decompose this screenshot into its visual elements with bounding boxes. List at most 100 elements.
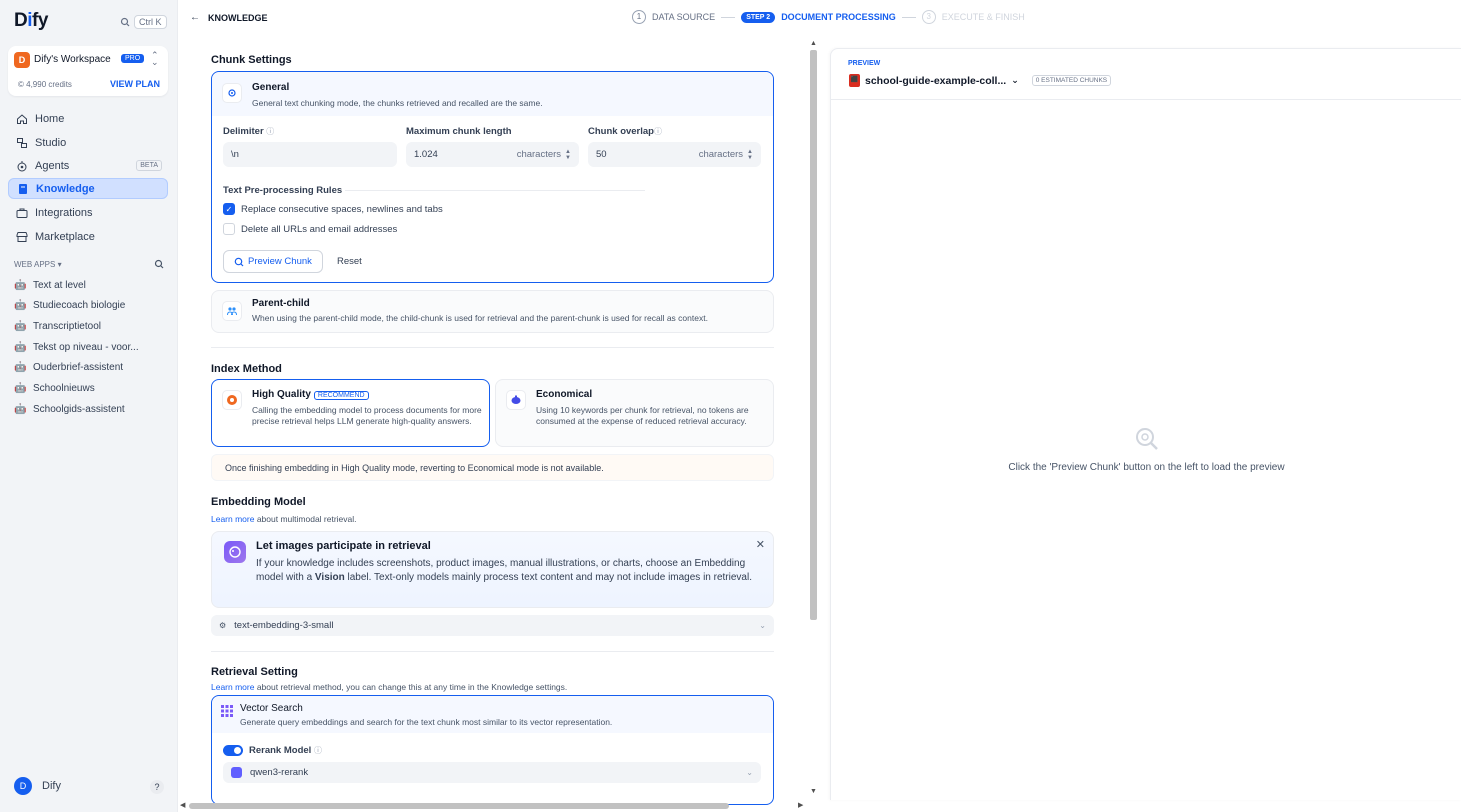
info-icon: ⓘ	[654, 127, 662, 136]
user-menu[interactable]: D Dify	[14, 777, 61, 795]
workspace-avatar: D	[14, 52, 30, 68]
file-name: school-guide-example-coll...	[865, 74, 1007, 87]
scroll-left-arrow[interactable]: ◀	[180, 801, 185, 809]
web-app-item[interactable]: 🤖 Schoolgids-assistent	[14, 404, 125, 415]
scroll-thumb[interactable]	[810, 50, 817, 620]
estimated-chunks-badge: 0 ESTIMATED CHUNKS	[1031, 75, 1112, 86]
rerank-toggle[interactable]	[223, 745, 243, 756]
general-card-header: General General text chunking mode, the …	[212, 72, 773, 116]
preview-file-select[interactable]: ⬛ school-guide-example-coll... ⌄ 0 ESTIM…	[849, 74, 1112, 87]
card-description: Using 10 keywords per chunk for retrieva…	[536, 405, 749, 426]
vector-search-card[interactable]: Vector Search Generate query embeddings …	[211, 695, 774, 805]
rules-divider	[345, 190, 645, 191]
web-app-item[interactable]: 🤖 Ouderbrief-assistent	[14, 362, 123, 373]
embedding-model-select[interactable]: ⚙ text-embedding-3-small ⌄	[211, 615, 774, 636]
workspace-name: Dify's Workspace	[34, 54, 111, 65]
step-label: DATA SOURCE	[652, 12, 716, 22]
close-icon[interactable]: ✕	[756, 538, 765, 551]
parent-child-card[interactable]: Parent-child When using the parent-child…	[211, 290, 774, 333]
vector-card-header	[212, 696, 773, 733]
piggy-bank-icon	[506, 390, 526, 410]
section-divider	[211, 651, 774, 652]
index-warning: Once finishing embedding in High Quality…	[211, 454, 774, 481]
max-length-input[interactable]: 1.024 characters ▲ ▼	[406, 142, 579, 167]
checkbox-unchecked[interactable]	[223, 223, 235, 235]
chevron-down-icon: ⌄	[759, 621, 766, 630]
nav-knowledge[interactable]: Knowledge	[8, 178, 168, 199]
nav-label: Knowledge	[36, 182, 95, 195]
robot-icon: 🤖	[14, 342, 27, 353]
stepper-arrows-icon[interactable]: ▲ ▼	[747, 149, 753, 161]
view-plan-link[interactable]: VIEW PLAN	[110, 79, 160, 89]
rerank-model-select[interactable]: qwen3-rerank ⌄	[223, 762, 761, 783]
vertical-scrollbar[interactable]: ▲ ▼	[809, 40, 818, 800]
stepper: 1 DATA SOURCE STEP 2 DOCUMENT PROCESSING…	[632, 10, 1025, 24]
nav-home[interactable]: Home	[8, 108, 168, 129]
scroll-down-arrow[interactable]: ▼	[809, 788, 818, 795]
banner-text: If your knowledge includes screenshots, …	[256, 558, 752, 583]
nav-integrations[interactable]: Integrations	[8, 202, 168, 223]
web-app-item[interactable]: 🤖 Transcriptietool	[14, 321, 101, 332]
agent-icon	[17, 160, 27, 171]
reset-button[interactable]: Reset	[337, 256, 362, 267]
search-shortcut[interactable]: Ctrl K	[120, 15, 167, 29]
sidebar: Dify Ctrl K D Dify's Workspace PRO ⌃ ⌄ © …	[0, 0, 178, 812]
max-length-label: Maximum chunk length	[406, 126, 512, 137]
horizontal-scrollbar[interactable]: ◀ ▶	[180, 801, 805, 811]
step-number-active: STEP 2	[741, 11, 776, 23]
home-icon	[17, 113, 27, 124]
robot-icon: 🤖	[14, 300, 27, 311]
web-app-item[interactable]: 🤖 Text at level	[14, 280, 86, 291]
web-apps-heading[interactable]: WEB APPS ▾	[14, 260, 62, 269]
nav-agents[interactable]: Agents BETA	[8, 155, 168, 176]
stepper-arrows-icon[interactable]: ▲ ▼	[565, 149, 571, 161]
nav-label: Home	[35, 112, 65, 125]
workspace-switcher[interactable]: D Dify's Workspace PRO ⌃ ⌄ © 4,990 credit…	[8, 46, 168, 96]
rule-delete-urls[interactable]: Delete all URLs and email addresses	[223, 223, 397, 235]
quality-icon	[222, 390, 242, 410]
nav-label: Integrations	[35, 206, 93, 219]
preview-chunk-button[interactable]: Preview Chunk	[223, 250, 323, 273]
parent-child-icon	[222, 301, 242, 321]
caret-down-icon: ▾	[57, 260, 62, 269]
learn-more-link[interactable]: Learn more	[211, 682, 254, 692]
scroll-up-arrow[interactable]: ▲	[809, 40, 818, 47]
step-label-active: DOCUMENT PROCESSING	[781, 12, 896, 22]
section-divider	[211, 347, 774, 348]
chevron-updown-icon: ⌃ ⌄	[151, 50, 159, 67]
back-arrow-icon[interactable]: ←	[190, 12, 200, 23]
nav-studio[interactable]: Studio	[8, 132, 168, 153]
step-label: EXECUTE & FINISH	[941, 12, 1025, 22]
rule-replace-spaces[interactable]: ✓ Replace consecutive spaces, newlines a…	[223, 203, 443, 215]
page-title: KNOWLEDGE	[208, 13, 268, 23]
embedding-model-heading: Embedding Model	[211, 496, 306, 508]
help-button[interactable]: ?	[150, 780, 164, 794]
nav-marketplace[interactable]: Marketplace	[8, 226, 168, 247]
card-title: High Quality RECOMMEND	[252, 389, 369, 400]
multimodal-banner: Let images participate in retrieval If y…	[211, 531, 774, 608]
retrieval-setting-heading: Retrieval Setting	[211, 666, 298, 678]
learn-more-link[interactable]: Learn more	[211, 514, 254, 524]
card-title: Parent-child	[252, 298, 310, 309]
step-number: 3	[921, 10, 936, 24]
high-quality-card[interactable]: High Quality RECOMMEND Calling the embedd…	[211, 379, 490, 447]
step-3: 3 EXECUTE & FINISH	[921, 10, 1025, 24]
search-icon	[120, 17, 130, 27]
book-icon	[19, 183, 27, 194]
robot-icon: 🤖	[14, 404, 27, 415]
checkbox-checked[interactable]: ✓	[223, 203, 235, 215]
user-name: Dify	[42, 780, 61, 792]
overlap-input[interactable]: 50 characters ▲ ▼	[588, 142, 761, 167]
web-app-item[interactable]: 🤖 Studiecoach biologie	[14, 300, 125, 311]
scroll-right-arrow[interactable]: ▶	[798, 801, 803, 809]
economical-card[interactable]: Economical Using 10 keywords per chunk f…	[495, 379, 774, 447]
web-app-item[interactable]: 🤖 Tekst op niveau - voor...	[14, 342, 139, 353]
scroll-thumb[interactable]	[189, 803, 729, 809]
delimiter-input[interactable]: \n	[223, 142, 397, 167]
dify-logo[interactable]: Dify	[14, 10, 48, 32]
avatar: D	[14, 777, 32, 795]
robot-icon: 🤖	[14, 362, 27, 373]
web-app-item[interactable]: 🤖 Schoolnieuws	[14, 383, 95, 394]
general-chunk-card[interactable]: General General text chunking mode, the …	[211, 71, 774, 283]
search-icon[interactable]	[154, 259, 164, 272]
